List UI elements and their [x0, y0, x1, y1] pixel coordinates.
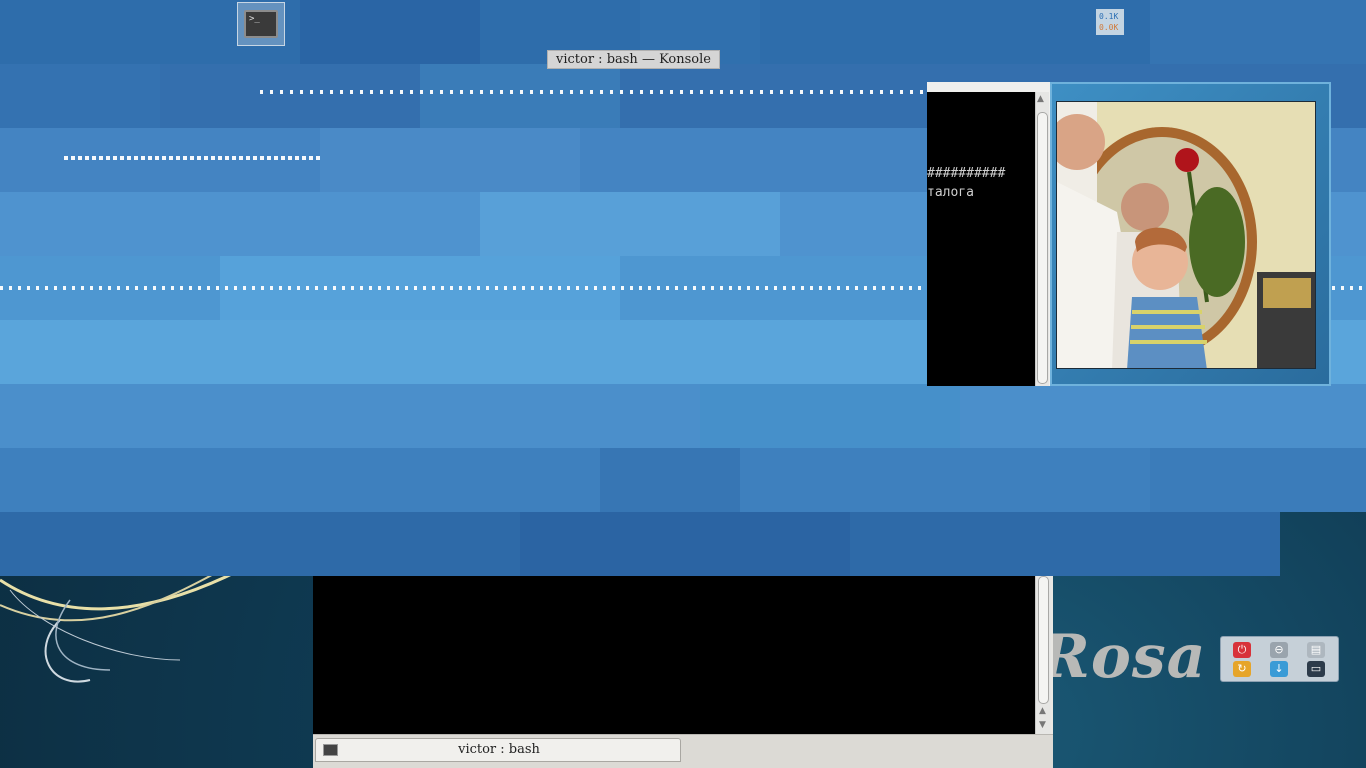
- display-icon[interactable]: ▭: [1307, 661, 1325, 677]
- sleep-icon[interactable]: ▤: [1307, 642, 1325, 658]
- scrollbar-thumb[interactable]: [1037, 112, 1048, 384]
- session-controls-widget: ⏻ ⊖ ▤ ↻ ↓ ▭: [1220, 636, 1339, 682]
- upload-rate: 0.1K: [1099, 12, 1119, 21]
- tab-label: victor : bash: [458, 742, 540, 757]
- vertical-scrollbar[interactable]: ▲: [1035, 92, 1049, 386]
- scroll-up-icon[interactable]: ▲: [1037, 94, 1044, 104]
- wallpaper-swirl: [0, 564, 241, 683]
- download-icon[interactable]: ↓: [1270, 661, 1288, 677]
- tab-bar: victor : bash: [313, 734, 1053, 768]
- network-monitor-widget[interactable]: 0.1K 0.0K: [1096, 9, 1124, 35]
- scroll-up-icon[interactable]: ▲: [1039, 706, 1046, 716]
- konsole-window: ▲ ▼ victor : bash: [313, 576, 1053, 768]
- restart-icon[interactable]: ↻: [1233, 661, 1251, 677]
- terminal-line: ##########: [927, 166, 1006, 181]
- window-title-tooltip: victor : bash — Konsole: [547, 50, 720, 69]
- terminal-view[interactable]: [313, 576, 1035, 734]
- brand-logo-text: Rosa: [1040, 622, 1207, 692]
- lock-icon[interactable]: ⊖: [1270, 642, 1288, 658]
- konsole-window-fragment: ########## талога ▲: [927, 82, 1052, 386]
- vertical-scrollbar[interactable]: ▲ ▼: [1035, 576, 1051, 734]
- photo-frame-widget[interactable]: [1050, 82, 1331, 386]
- konsole-desktop-launcher[interactable]: >_: [237, 2, 285, 46]
- terminal-line: талога: [927, 185, 974, 200]
- family-photo: [1056, 101, 1316, 369]
- download-rate: 0.0K: [1099, 23, 1119, 32]
- terminal-icon: >_: [244, 10, 278, 38]
- power-icon[interactable]: ⏻: [1233, 642, 1251, 658]
- tab-victor-bash[interactable]: victor : bash: [315, 738, 681, 762]
- terminal-output[interactable]: ########## талога: [927, 92, 1035, 386]
- scroll-down-icon[interactable]: ▼: [1039, 720, 1046, 730]
- scrollbar-thumb[interactable]: [1038, 576, 1049, 704]
